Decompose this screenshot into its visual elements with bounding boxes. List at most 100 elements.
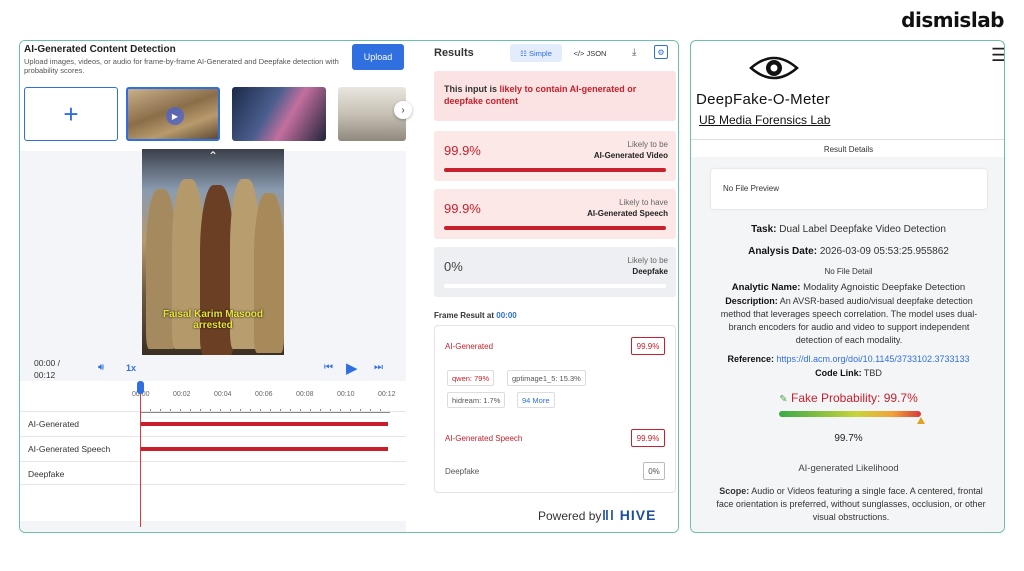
more-models-button[interactable]: 94 More (517, 392, 555, 408)
score-value: 99.9% (444, 201, 481, 216)
frame-result-title: Frame Result at 00:00 (434, 311, 517, 320)
scope-value: Audio or Videos featuring a single face.… (716, 486, 986, 522)
menu-icon[interactable]: ☰ (991, 45, 1004, 66)
result-details-heading: Result Details (823, 145, 874, 154)
timeline[interactable]: 00:0000:0200:0400:0600:0800:1000:12 AI-G… (20, 381, 406, 527)
fake-probability: ✎ Fake Probability: 99.7% (691, 391, 1004, 405)
track-label: Deepfake (28, 469, 65, 479)
date-value: 2026-03-09 05:53:25.955862 (819, 246, 949, 257)
scope-row: Scope: Audio or Videos featuring a singl… (713, 485, 989, 524)
frame-deepfake-label: Deepfake (445, 467, 480, 476)
description-label: Description: (725, 296, 778, 306)
reference-label: Reference: (727, 354, 775, 364)
analytic-value: Modality Agnoistic Deepfake Detection (803, 282, 966, 293)
result-details-body: No File Preview Task: Dual Label Deepfak… (691, 157, 1004, 532)
skip-forward-icon[interactable]: ⏭︎ (374, 362, 383, 373)
task-row: Task: Dual Label Deepfake Video Detectio… (691, 223, 1004, 236)
score-caption: Likely to be AI-Generated Video (594, 139, 668, 161)
frame-result-box: AI-Generated 99.9% qwen: 79% gptimage1_5… (434, 325, 676, 493)
reference-link[interactable]: https://dl.acm.org/doi/10.1145/3733102.3… (777, 354, 970, 364)
model-chip: hidream: 1.7% (447, 392, 506, 408)
score-bar (444, 284, 666, 288)
simple-view-tab[interactable]: ☷ Simple (510, 44, 562, 62)
chevron-right-icon[interactable]: › (394, 101, 412, 119)
skip-back-icon[interactable]: ⏮︎ (324, 362, 333, 373)
settings-icon[interactable]: ⚙ (654, 45, 668, 59)
media-thumbnail[interactable]: ▶ (126, 87, 220, 141)
alert-text: This input is likely to contain AI-gener… (444, 83, 664, 107)
description-row: Description: An AVSR-based audio/visual … (715, 295, 983, 347)
tick-label: 00:10 (337, 391, 355, 398)
results-pane: Results ☷ Simple </> JSON ⤓ ⚙ This input… (424, 41, 678, 532)
playhead-line (140, 385, 141, 527)
frame-prefix: Frame Result at (434, 311, 497, 320)
deepfake-o-meter-panel: ☰ DeepFake-O-Meter UB Media Forensics La… (690, 40, 1005, 533)
score-caption: Likely to have AI-Generated Speech (587, 197, 668, 219)
playhead-handle[interactable] (137, 381, 144, 394)
detection-header: AI-Generated Content Detection Upload im… (20, 41, 412, 151)
track-label: AI-Generated Speech (28, 444, 111, 454)
model-chip: gptimage1_5: 15.3% (507, 370, 586, 386)
task-label: Task: (751, 224, 777, 235)
result-alert: This input is likely to contain AI-gener… (434, 71, 676, 121)
code-value: TBD (863, 368, 882, 378)
json-view-tab[interactable]: </> JSON (564, 44, 616, 62)
play-icon: ▶ (166, 107, 184, 125)
model-chip: qwen: 79% (447, 370, 495, 386)
tick-label: 00:02 (173, 391, 191, 398)
caption-line1: Likely to have (619, 198, 668, 207)
tick-label: 00:08 (296, 391, 314, 398)
add-media-button[interactable]: + (24, 87, 118, 141)
likelihood-label: AI-generated Likelihood (798, 463, 899, 474)
upload-button[interactable]: Upload (352, 44, 404, 70)
date-row: Analysis Date: 2026-03-09 05:53:25.95586… (691, 245, 1004, 258)
time-display: 00:00 / 00:12 (34, 357, 60, 381)
eye-logo-icon (749, 56, 799, 80)
simple-label: Simple (528, 48, 552, 58)
code-label: Code Link: (815, 368, 862, 378)
lab-link[interactable]: UB Media Forensics Lab (699, 113, 830, 127)
alert-prefix: This input is (444, 84, 500, 94)
score-value: 99.9% (444, 143, 481, 158)
file-preview: No File Preview (711, 169, 987, 209)
results-title: Results (434, 47, 474, 59)
frame-ai-badge: 99.9% (631, 337, 665, 355)
caption-line1: Likely to be (627, 140, 668, 149)
powered-by-text: Powered by (538, 509, 602, 523)
timeline-ruler: 00:0000:0200:0400:0600:0800:1000:12 (132, 387, 400, 413)
hive-bars-icon: ǁǀ (602, 507, 620, 523)
duration: 00:12 (34, 370, 56, 380)
frame-speech-badge: 99.9% (631, 429, 665, 447)
caption-line2: Deepfake (632, 267, 668, 276)
score-caption: Likely to be Deepfake (628, 255, 668, 277)
score-card-speech: 99.9% Likely to have AI-Generated Speech (434, 189, 676, 239)
detection-title: AI-Generated Content Detection (24, 44, 176, 55)
download-icon[interactable]: ⤓ (632, 47, 636, 58)
video-caption: Faisal Karim Masood arrested (162, 309, 264, 331)
video-frame[interactable]: ⌃ Faisal Karim Masood arrested (142, 149, 284, 355)
chevron-up-icon[interactable]: ⌃ (208, 149, 218, 163)
reference-row: Reference: https://dl.acm.org/doi/10.114… (691, 353, 1004, 366)
pencil-icon: ✎ (779, 394, 788, 405)
track-deepfake: Deepfake (20, 461, 406, 485)
track-bar (140, 447, 388, 451)
track-ai-generated: AI-Generated (20, 411, 406, 435)
media-thumbnail[interactable] (232, 87, 326, 141)
hive-panel: AI-Generated Content Detection Upload im… (19, 40, 679, 533)
frame-speech-label: AI-Generated Speech (445, 434, 523, 443)
play-button-icon[interactable]: ▶ (346, 359, 358, 377)
track-ai-speech: AI-Generated Speech (20, 436, 406, 460)
task-value: Dual Label Deepfake Video Detection (779, 224, 946, 235)
analytic-row: Analytic Name: Modality Agnoistic Deepfa… (691, 281, 1004, 294)
detection-subtitle: Upload images, videos, or audio for fram… (24, 57, 339, 75)
fake-probability-text: Fake Probability: 99.7% (791, 391, 918, 405)
score-bar (444, 168, 666, 172)
preview-text: No File Preview (723, 184, 780, 193)
speed-button[interactable]: 1x (126, 363, 136, 373)
current-time: 00:00 / (34, 358, 60, 368)
caption-line2: AI-Generated Video (593, 151, 668, 160)
volume-icon[interactable]: 🔊︎ (98, 362, 104, 373)
hive-logo[interactable]: ǁǀ HIVE (602, 507, 656, 523)
divider (691, 139, 1004, 140)
tick-label: 00:12 (378, 391, 396, 398)
